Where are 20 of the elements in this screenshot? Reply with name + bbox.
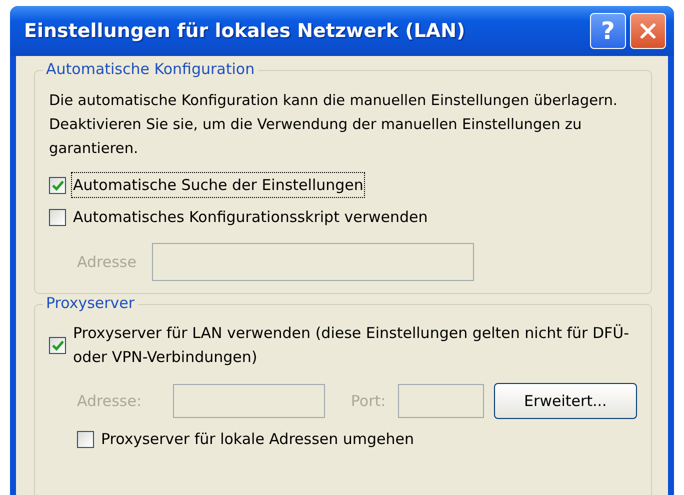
- checkbox[interactable]: [49, 176, 66, 194]
- field-label: Adresse:: [77, 392, 142, 410]
- checkbox-label[interactable]: Automatisches Konfigurationsskript verwenden: [72, 205, 429, 229]
- check-icon: [52, 180, 64, 190]
- check-icon: [52, 340, 64, 350]
- group-legend: Automatische Konfiguration: [43, 60, 258, 78]
- checkbox[interactable]: [49, 336, 66, 354]
- checkbox[interactable]: [77, 430, 94, 448]
- description-text: Die automatische Konfiguration kann die manuellen Einstellungen überlagern. Deaktivieren Sie sie, um die Verwendung der manuellen Einstellungen zu garantieren.: [49, 92, 619, 159]
- group-legend: Proxyserver: [43, 294, 138, 312]
- close-icon: [639, 22, 657, 40]
- checkbox-label[interactable]: Automatische Suche der Einstellungen: [72, 173, 364, 197]
- window-title: Einstellungen für lokales Netzwerk (LAN): [24, 20, 466, 42]
- close-button[interactable]: [630, 13, 666, 49]
- advanced-button[interactable]: Erweitert...: [494, 383, 638, 419]
- field-label: Port:: [350, 392, 387, 410]
- checkbox[interactable]: [49, 208, 66, 226]
- checkbox-label[interactable]: Proxyserver für lokale Adressen umgehen: [100, 427, 416, 451]
- field-label: Adresse: [77, 253, 136, 271]
- checkbox-label[interactable]: Proxyserver für LAN verwenden (diese Einstellungen gelten nicht für DFÜ- oder VPN-Verbindungen): [72, 321, 634, 369]
